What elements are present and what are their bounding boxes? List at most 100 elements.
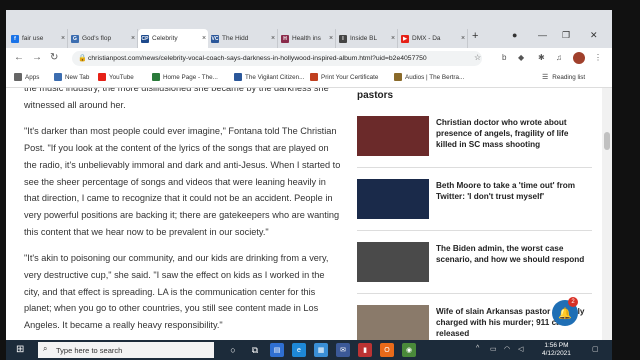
tab-title: fair use [22,35,44,42]
bookmark-favicon-icon [310,73,318,81]
browser-tab[interactable]: CP Celebrity × [138,29,208,48]
tab-favicon-icon: H [281,34,289,43]
scrollbar-thumb[interactable] [604,132,610,150]
tab-close-icon[interactable]: × [129,35,137,42]
notification-count-badge: 2 [568,297,578,307]
file-explorer-icon[interactable]: ▤ [270,343,284,357]
browser-tab[interactable]: H Health ins × [278,29,336,48]
bookmark-label: Audios | The Bertra... [405,73,465,81]
tab-close-icon[interactable]: × [459,35,467,42]
app-icon[interactable]: ▮ [358,343,372,357]
cortana-icon[interactable]: ○ [226,343,240,357]
bookmark-label: YouTube [109,73,134,81]
windows-start-icon[interactable]: ⊞ [16,344,24,355]
windows-taskbar: ⊞ ⌕ Type here to search ○ ⧉ ▤ e ▦ ✉ ▮ O … [6,340,612,360]
tab-close-icon[interactable]: × [59,35,67,42]
office-icon[interactable]: O [380,343,394,357]
back-icon[interactable]: ← [14,52,24,63]
browser-tab[interactable]: VC The Hidd × [208,29,278,48]
browser-tab[interactable]: G God's flop × [68,29,138,48]
search-icon: ⌕ [43,344,48,353]
related-article-thumbnail[interactable] [357,242,429,282]
tab-close-icon[interactable]: × [327,35,335,42]
related-article-title[interactable]: Beth Moore to take a 'time out' from Twi… [436,180,586,202]
tab-title: Celebrity [152,35,178,42]
extension-b-icon[interactable]: b [502,53,506,62]
bookmark-item[interactable]: Apps [14,73,39,81]
clock-date: 4/12/2021 [542,350,571,357]
action-center-icon[interactable]: ▢ [592,345,599,353]
related-article-thumbnail[interactable] [357,116,429,156]
bookmark-favicon-icon [14,73,22,81]
tab-close-icon[interactable]: × [200,35,208,42]
new-tab-button[interactable]: + [472,30,478,42]
bookmark-reading-list[interactable]: ☰ Reading list [542,73,585,82]
store-icon[interactable]: ▦ [314,343,328,357]
bookmark-label: Apps [25,73,40,81]
tab-favicon-icon: VC [211,34,219,43]
extension-icon[interactable]: ◆ [518,53,524,62]
mail-icon[interactable]: ✉ [336,343,350,357]
task-view-icon[interactable]: ⧉ [248,343,262,357]
bookmark-favicon-icon [234,73,242,81]
browser-window: + ● — ❐ ✕ f fair use × G God's flop × CP Celebr… [6,10,612,360]
bookmark-item[interactable]: Print Your Certificate [310,73,378,81]
tab-favicon-icon: CP [141,34,149,43]
profile-menu-icon[interactable]: ● [512,30,517,40]
address-bar[interactable]: 🔒 christianpost.com/news/celebrity-vocal… [72,51,482,66]
tab-close-icon[interactable]: × [389,35,397,42]
related-article-item[interactable]: The Biden admin, the worst case scenario… [357,236,592,294]
tray-overflow-icon[interactable]: ^ [476,345,479,352]
forward-icon[interactable]: → [32,52,42,63]
system-clock[interactable]: 1:56 PM 4/12/2021 [542,342,571,358]
lock-icon: 🔒 [78,55,87,62]
menu-kebab-icon[interactable]: ⋮ [594,53,602,62]
scrollbar[interactable] [602,88,612,340]
url-text: christianpost.com/news/celebrity-vocal-c… [88,55,427,62]
extensions-puzzle-icon[interactable]: ✱ [538,53,545,62]
related-article-title[interactable]: Christian doctor who wrote about presenc… [436,117,586,150]
tab-favicon-icon: I [339,34,347,43]
browser-tab[interactable]: f fair use × [8,29,68,48]
network-icon[interactable]: ▭ [490,345,497,353]
reading-list-icon: ☰ [542,74,549,81]
bookmark-star-icon[interactable]: ☆ [474,53,481,62]
bookmark-item[interactable]: YouTube [98,73,134,81]
bookmark-item[interactable]: The Vigilant Citizen... [234,73,304,81]
media-icon[interactable]: ♫ [556,53,562,62]
browser-tab[interactable]: ▶ DMX - Da × [398,29,468,48]
close-window-icon[interactable]: ✕ [590,30,598,41]
related-article-thumbnail[interactable] [357,179,429,219]
related-article-item[interactable]: Beth Moore to take a 'time out' from Twi… [357,173,592,231]
minimize-icon[interactable]: — [538,30,547,40]
article-body: the music industry, the more disillusion… [24,88,342,340]
article-paragraph: the music industry, the more disillusion… [24,88,329,110]
bookmark-favicon-icon [394,73,402,81]
tab-close-icon[interactable]: × [269,35,277,42]
edge-icon[interactable]: e [292,343,306,357]
browser-tab[interactable]: I Inside BL × [336,29,398,48]
related-article-thumbnail[interactable] [357,305,429,340]
bookmark-favicon-icon [152,73,160,81]
search-placeholder: Type here to search [56,345,123,355]
related-article-item[interactable]: Christian doctor who wrote about presenc… [357,110,592,168]
tab-favicon-icon: G [71,34,79,43]
chrome-icon[interactable]: ◉ [402,343,416,357]
bookmarks-bar: ☰ Reading list Apps New Tab YouTube Home Pa… [6,70,612,88]
bookmark-label: Print Your Certificate [321,73,379,81]
article-paragraph: "It's akin to poisoning our community, a… [24,253,329,331]
tab-title: The Hidd [222,35,249,42]
bookmark-item[interactable]: Audios | The Bertra... [394,73,464,81]
tab-favicon-icon: ▶ [401,34,409,43]
avatar[interactable] [573,52,585,64]
bookmark-item[interactable]: Home Page - The... [152,73,218,81]
bookmark-item[interactable]: New Tab [54,73,89,81]
wifi-icon[interactable]: ◠ [504,345,510,353]
maximize-icon[interactable]: ❐ [562,30,570,41]
bookmark-label: The Vigilant Citizen... [245,73,305,81]
related-article-title[interactable]: The Biden admin, the worst case scenario… [436,243,586,265]
article-paragraph: "It's darker than most people could ever… [24,126,341,237]
volume-icon[interactable]: ◁ [518,345,523,353]
reload-icon[interactable]: ↻ [50,52,58,63]
taskbar-search-input[interactable]: ⌕ Type here to search [38,342,214,358]
